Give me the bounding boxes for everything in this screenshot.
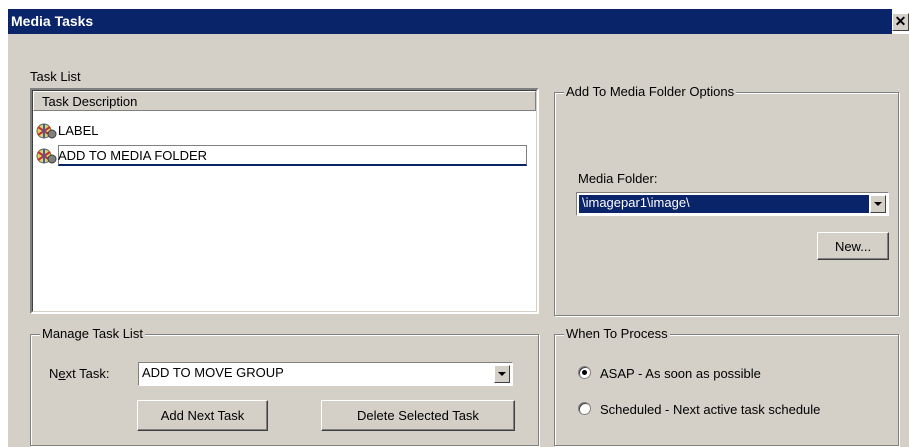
next-task-dropdown-button[interactable] [494, 365, 510, 383]
asap-radio-label: ASAP - As soon as possible [600, 366, 761, 381]
next-task-label-accelerator: e [58, 366, 66, 381]
media-folder-options-title: Add To Media Folder Options [564, 84, 737, 99]
next-task-label-suffix: xt Task: [65, 366, 110, 381]
chevron-down-icon [498, 372, 506, 376]
scheduled-radio-button[interactable] [578, 402, 591, 415]
task-icon [36, 123, 57, 139]
asap-radio-button[interactable] [578, 366, 591, 379]
radio-checked-dot [582, 370, 587, 375]
window-title: Media Tasks [11, 13, 94, 29]
scheduled-radio-option[interactable]: Scheduled - Next active task schedule [578, 400, 888, 420]
next-task-label: Next Task: [49, 366, 109, 381]
media-folder-dropdown-button[interactable] [870, 195, 886, 213]
list-item-label: LABEL [58, 123, 99, 138]
when-to-process-group [554, 334, 899, 446]
chevron-down-icon [874, 202, 882, 206]
media-folder-value: \imagepar1\image\ [582, 195, 690, 210]
media-folder-select[interactable]: \imagepar1\image\ [576, 192, 889, 216]
close-icon: ✕ [894, 13, 907, 29]
column-header-task-description[interactable]: Task Description [33, 91, 536, 111]
task-list-box[interactable]: Task Description LABEL ADD TO MEDIA FOLD… [30, 88, 539, 314]
when-to-process-title: When To Process [564, 326, 670, 341]
manage-task-list-title: Manage Task List [40, 326, 145, 341]
list-item-selected[interactable]: ADD TO MEDIA FOLDER [34, 145, 529, 167]
window-frame-left [0, 34, 8, 447]
list-item[interactable]: LABEL [34, 120, 524, 142]
next-task-label-prefix: N [49, 366, 59, 381]
scheduled-radio-label: Scheduled - Next active task schedule [600, 402, 821, 417]
column-header-label: Task Description [42, 94, 138, 109]
close-button[interactable]: ✕ [892, 13, 909, 31]
list-item-label: ADD TO MEDIA FOLDER [58, 148, 208, 163]
new-folder-button[interactable]: New... [817, 232, 889, 260]
title-bar: Media Tasks ✕ [0, 0, 909, 34]
asap-radio-option[interactable]: ASAP - As soon as possible [578, 364, 878, 384]
media-tasks-window: Media Tasks ✕ Task List Task Description… [0, 0, 909, 447]
task-icon [36, 148, 57, 164]
delete-selected-task-button[interactable]: Delete Selected Task [321, 400, 515, 431]
task-list-label: Task List [30, 69, 81, 84]
title-bar-fill [8, 9, 892, 34]
media-folder-label: Media Folder: [578, 171, 658, 186]
next-task-value: ADD TO MOVE GROUP [142, 365, 284, 380]
add-next-task-button[interactable]: Add Next Task [137, 400, 268, 431]
next-task-select[interactable]: ADD TO MOVE GROUP [138, 362, 513, 386]
